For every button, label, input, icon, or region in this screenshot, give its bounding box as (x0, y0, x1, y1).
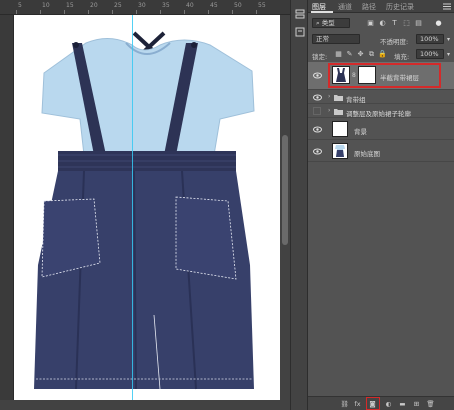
document-canvas[interactable] (14, 15, 280, 400)
layer-row[interactable]: 8 半截背带裙层 (308, 62, 454, 90)
panel-menu-icon[interactable] (443, 3, 451, 10)
ruler-tick-label: 15 (66, 2, 74, 9)
adjustment-filter-icon[interactable]: ◐ (378, 19, 387, 28)
layers-bottom-bar: ⛓ fx ◙ ◐ ▬ ⊞ 🗑 (308, 396, 454, 410)
opacity-dropdown-icon[interactable]: ▾ (444, 35, 453, 44)
eye-icon[interactable] (313, 94, 322, 101)
opacity-label: 不透明度: (380, 38, 409, 46)
fill-value: 100% (420, 50, 439, 58)
tab-channels[interactable]: 通道 (338, 2, 352, 12)
link-layers-icon[interactable]: ⛓ (340, 400, 349, 408)
lock-all-icon[interactable]: 🔒 (378, 50, 387, 59)
lock-position-icon[interactable]: ✥ (356, 50, 365, 59)
fill-dropdown-icon[interactable]: ▾ (444, 50, 453, 59)
layer-name: 背带组 (346, 96, 366, 104)
layer-thumbnail[interactable] (332, 143, 348, 159)
new-layer-icon[interactable]: ⊞ (412, 400, 421, 408)
visibility-toggle-empty[interactable] (313, 107, 321, 115)
kind-filter-select[interactable]: ⌕ 类型 (312, 18, 350, 28)
blend-mode-select[interactable]: 正常 (312, 34, 360, 44)
ruler-tick-mark (256, 10, 257, 14)
layer-name: 原始底图 (354, 150, 380, 158)
ruler-tick-label: 45 (210, 2, 218, 9)
ruler-tick-label: 5 (18, 2, 22, 9)
blend-mode-value: 正常 (316, 35, 329, 43)
tab-paths[interactable]: 路径 (362, 2, 376, 12)
lock-transparent-icon[interactable]: ▦ (334, 50, 343, 59)
lock-label: 锁定: (312, 53, 328, 61)
folder-icon (334, 95, 343, 101)
add-layer-mask-icon[interactable]: ◙ (368, 400, 377, 408)
vertical-scrollbar[interactable] (280, 15, 290, 400)
delete-layer-icon[interactable]: 🗑 (426, 400, 435, 408)
panel-dock-strip (290, 0, 308, 410)
layer-row[interactable]: › 调整层及原始裙子轮廓 (308, 104, 454, 118)
filter-toggle-icon[interactable]: ● (434, 19, 443, 28)
ruler-tick-mark (88, 10, 89, 14)
fill-label: 填充: (394, 53, 410, 61)
fx-button[interactable]: fx (353, 400, 362, 408)
lock-image-icon[interactable]: ✎ (345, 50, 354, 59)
layer-name: 背景 (354, 128, 367, 136)
layer-thumbnail[interactable] (332, 121, 348, 137)
layer-row[interactable]: 原始底图 (308, 140, 454, 162)
opacity-input[interactable]: 100% (416, 34, 444, 44)
type-filter-icon[interactable]: T (390, 19, 399, 28)
lock-artboard-icon[interactable]: ⧉ (367, 50, 376, 59)
ruler-tick-label: 40 (186, 2, 194, 9)
chevron-right-icon[interactable]: › (328, 93, 330, 100)
layers-panel: 图层 通道 路径 历史记录 ⌕ 类型 ▣ ◐ T ⬚ ▤ ● 正常 不透明度: … (308, 0, 454, 410)
adjustment-layer-icon[interactable]: ◐ (384, 400, 393, 408)
horizontal-ruler: 5 10 15 20 25 30 35 40 45 50 55 (0, 0, 290, 15)
kind-filter-label: 类型 (321, 19, 335, 27)
dress-image (34, 31, 255, 390)
ruler-tick-label: 50 (234, 2, 242, 9)
layer-name: 调整层及原始裙子轮廓 (346, 110, 411, 118)
layer-row[interactable]: 背景 (308, 118, 454, 140)
active-tab-indicator (311, 11, 333, 13)
ruler-tick-mark (16, 10, 17, 14)
eye-icon[interactable] (313, 126, 322, 133)
ruler-tick-label: 55 (258, 2, 266, 9)
horizontal-scrollbar[interactable] (0, 400, 290, 410)
folder-icon (334, 109, 343, 115)
opacity-value: 100% (420, 35, 439, 43)
ruler-tick-label: 35 (162, 2, 170, 9)
chevron-right-icon[interactable]: › (328, 107, 330, 114)
scrollbar-thumb[interactable] (282, 135, 288, 245)
ruler-tick-label: 30 (138, 2, 146, 9)
ruler-tick-mark (64, 10, 65, 14)
eye-icon[interactable] (313, 148, 322, 155)
eye-icon[interactable] (313, 72, 322, 79)
ruler-tick-mark (184, 10, 185, 14)
pixel-filter-icon[interactable]: ▣ (366, 19, 375, 28)
layer-row[interactable]: › 背带组 (308, 90, 454, 104)
vertical-guide-line[interactable] (132, 15, 133, 400)
panel-tabs: 图层 通道 路径 历史记录 (308, 0, 454, 13)
new-group-icon[interactable]: ▬ (398, 400, 407, 408)
layers-panel-icon[interactable] (294, 8, 306, 20)
ruler-tick-mark (208, 10, 209, 14)
ruler-tick-label: 10 (42, 2, 50, 9)
history-panel-icon[interactable] (294, 26, 306, 38)
smart-object-filter-icon[interactable]: ▤ (414, 19, 423, 28)
blend-row: 正常 不透明度: 100% ▾ (308, 32, 454, 46)
ruler-tick-mark (232, 10, 233, 14)
selection-highlight-box (328, 63, 441, 88)
ruler-tick-mark (112, 10, 113, 14)
ruler-tick-mark (160, 10, 161, 14)
fill-input[interactable]: 100% (416, 49, 444, 59)
ruler-tick-label: 20 (90, 2, 98, 9)
ruler-tick-label: 25 (114, 2, 122, 9)
ruler-tick-mark (136, 10, 137, 14)
tab-history[interactable]: 历史记录 (386, 2, 414, 12)
layers-list: 8 半截背带裙层 › 背带组 › 调整层及原始裙子轮廓 背景 原始底图 (308, 62, 454, 162)
shape-filter-icon[interactable]: ⬚ (402, 19, 411, 28)
dress-thumbnail-icon (335, 145, 345, 157)
filter-row: ⌕ 类型 ▣ ◐ T ⬚ ▤ ● (308, 16, 454, 30)
photoshop-window: 5 10 15 20 25 30 35 40 45 50 55 图层 通道 路径… (0, 0, 454, 410)
vertical-ruler (0, 15, 14, 400)
ruler-tick-mark (40, 10, 41, 14)
lock-row: 锁定: ▦ ✎ ✥ ⧉ 🔒 填充: 100% ▾ (308, 47, 454, 61)
